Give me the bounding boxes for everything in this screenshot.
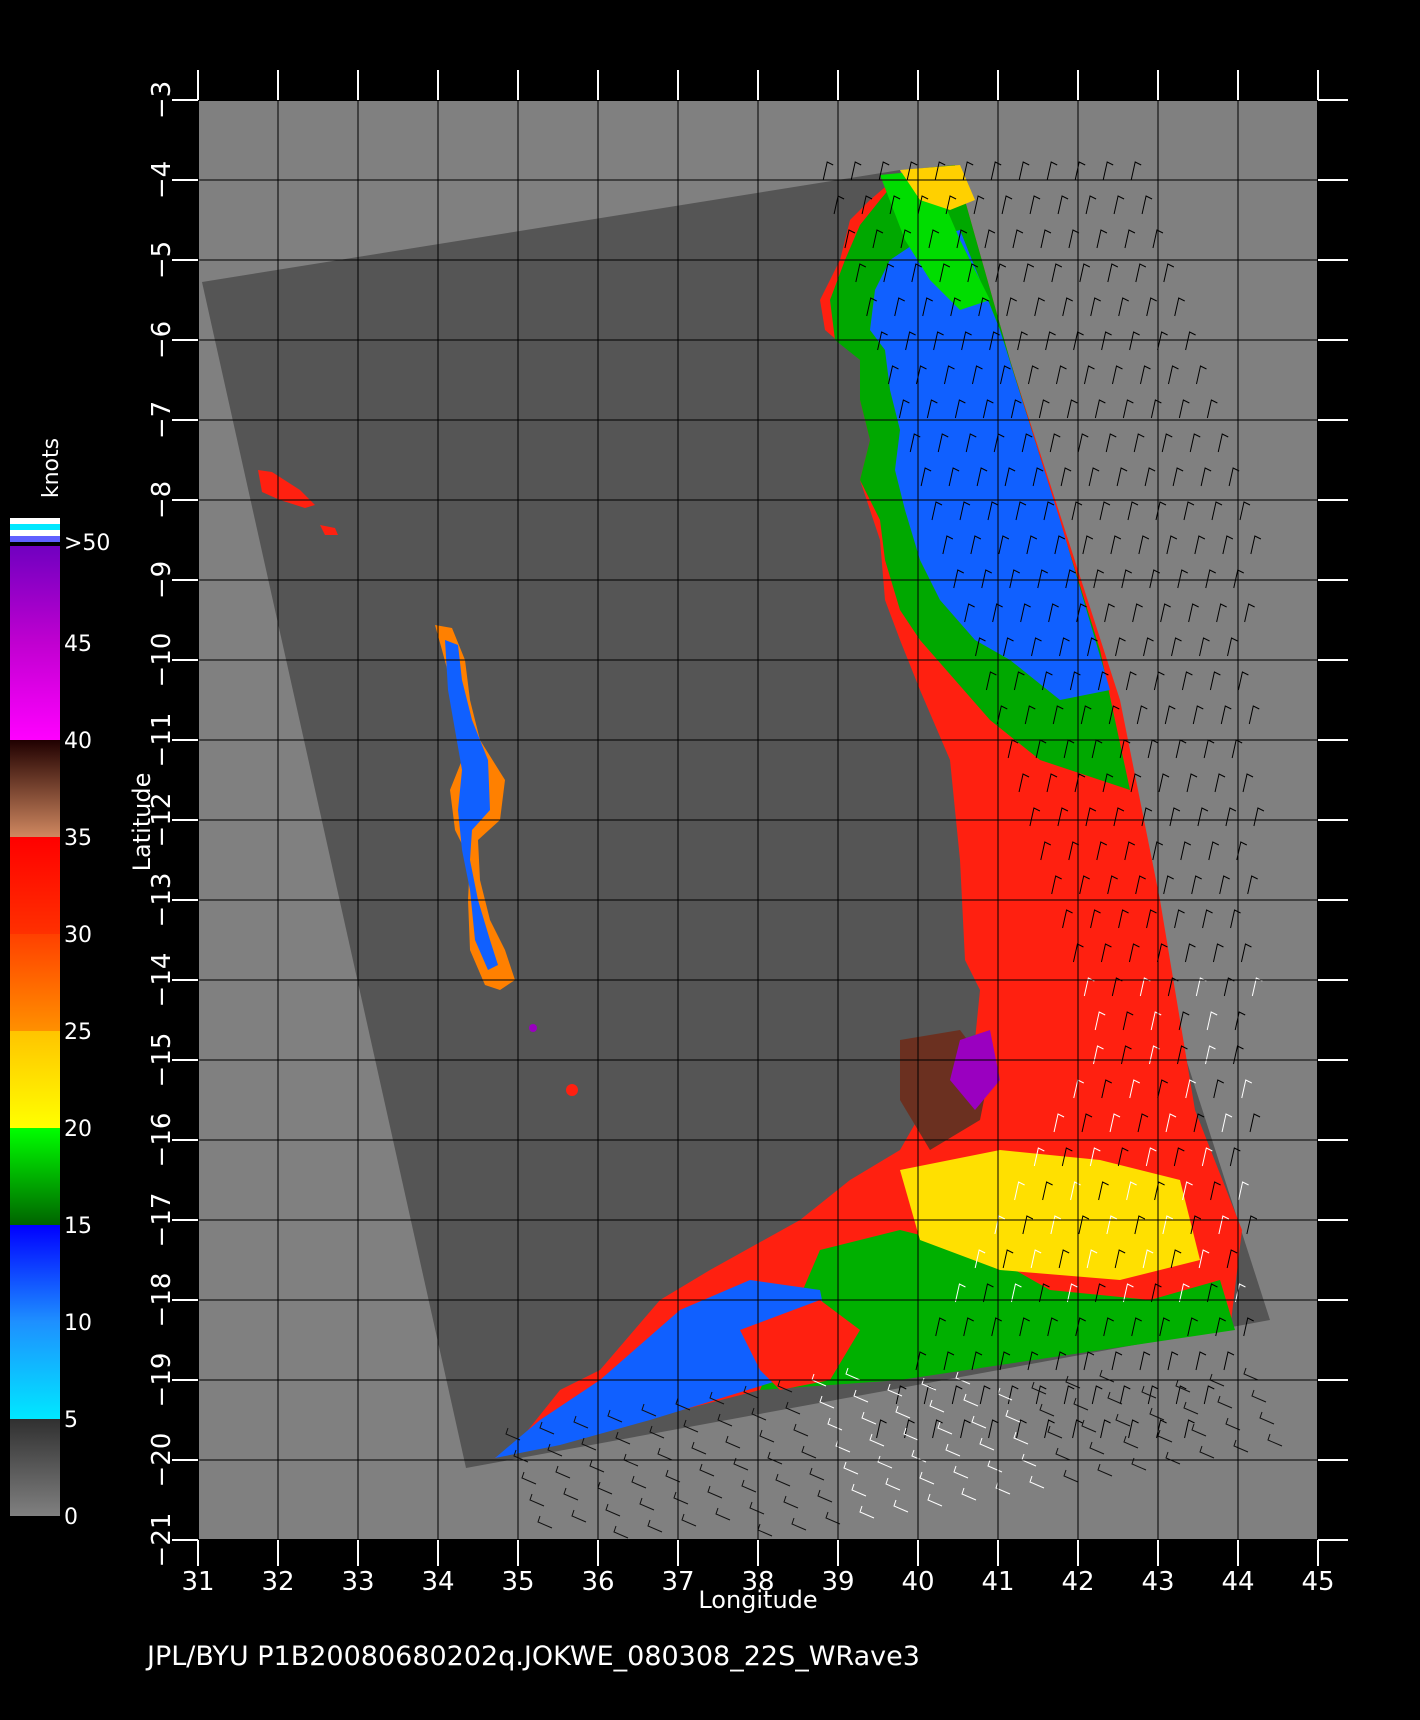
y-tick-label: −19 [147, 1353, 177, 1408]
colorbar-top-marker [10, 530, 60, 536]
colorbar-segment [10, 1225, 60, 1322]
colorbar-tick-label: 20 [64, 1117, 92, 1142]
y-tick-label: −14 [147, 953, 177, 1008]
colorbar-segment [10, 643, 60, 740]
footer-product-id: JPL/BYU P1B20080680202q.JOKWE_080308_22S… [145, 1641, 920, 1672]
x-tick-label: 39 [821, 1567, 854, 1597]
x-tick-label: 45 [1301, 1567, 1334, 1597]
wind-map: 31 32 33 34 35 36 37 38 39 40 41 42 43 44 45 −3−4−5−6−… [10, 70, 1348, 1672]
colorbar-tick-label: 5 [64, 1408, 78, 1433]
colorbar-tick-label: 25 [64, 1020, 92, 1045]
y-tick-label: −10 [147, 633, 177, 688]
x-tick-label: 37 [661, 1567, 694, 1597]
colorbar-segment [10, 837, 60, 934]
y-tick-label: −4 [147, 161, 177, 199]
colorbar-tick-label: 0 [64, 1505, 78, 1530]
x-tick-label: 36 [581, 1567, 614, 1597]
colorbar-segment [10, 1419, 60, 1516]
x-tick-label: 44 [1221, 1567, 1254, 1597]
colorbar-tick-label: 40 [64, 729, 92, 754]
y-tick-label: −3 [147, 81, 177, 119]
y-tick-label: −7 [147, 401, 177, 439]
colorbar-top-marker [10, 518, 60, 524]
colorbar-top-marker [10, 524, 60, 530]
colorbar-tick-label: 15 [64, 1214, 92, 1239]
x-tick-label: 32 [261, 1567, 294, 1597]
x-tick-label: 42 [1061, 1567, 1094, 1597]
colorbar-tick-label: >50 [64, 531, 110, 556]
y-tick-label: −5 [147, 241, 177, 279]
colorbar-segment [10, 740, 60, 837]
colorbar-tick-label: 10 [64, 1311, 92, 1336]
x-tick-label: 31 [181, 1567, 214, 1597]
y-tick-label: −21 [147, 1513, 177, 1568]
y-tick-label: −13 [147, 873, 177, 928]
y-tick-label: −16 [147, 1113, 177, 1168]
colorbar-tick-label: 45 [64, 632, 92, 657]
colorbar-segment [10, 934, 60, 1031]
x-tick-label: 43 [1141, 1567, 1174, 1597]
y-axis-title: Latitude [128, 773, 156, 872]
colorbar-unit-label: knots [39, 438, 64, 498]
y-tick-label: −18 [147, 1273, 177, 1328]
x-tick-label: 35 [501, 1567, 534, 1597]
y-tick-label: −9 [147, 561, 177, 599]
x-tick-label: 41 [981, 1567, 1014, 1597]
x-tick-label: 33 [341, 1567, 374, 1597]
colorbar-segment [10, 1322, 60, 1419]
y-tick-label: −17 [147, 1193, 177, 1248]
y-tick-label: −11 [147, 713, 177, 768]
colorbar-segment [10, 546, 60, 643]
colorbar-segment [10, 1128, 60, 1225]
x-axis-title: Longitude [698, 1586, 817, 1614]
x-tick-label: 34 [421, 1567, 454, 1597]
x-tick-label: 40 [901, 1567, 934, 1597]
colorbar-tick-label: 35 [64, 826, 92, 851]
y-tick-label: −6 [147, 321, 177, 359]
colorbar-top-marker [10, 536, 60, 542]
y-tick-label: −20 [147, 1433, 177, 1488]
colorbar-tick-label: 30 [64, 923, 92, 948]
y-tick-label: −8 [147, 481, 177, 519]
colorbar-segment [10, 1031, 60, 1128]
y-tick-label: −15 [147, 1033, 177, 1088]
wind-speed-colorbar: >50 45 40 35 30 25 20 15 10 5 0 [10, 518, 110, 1530]
